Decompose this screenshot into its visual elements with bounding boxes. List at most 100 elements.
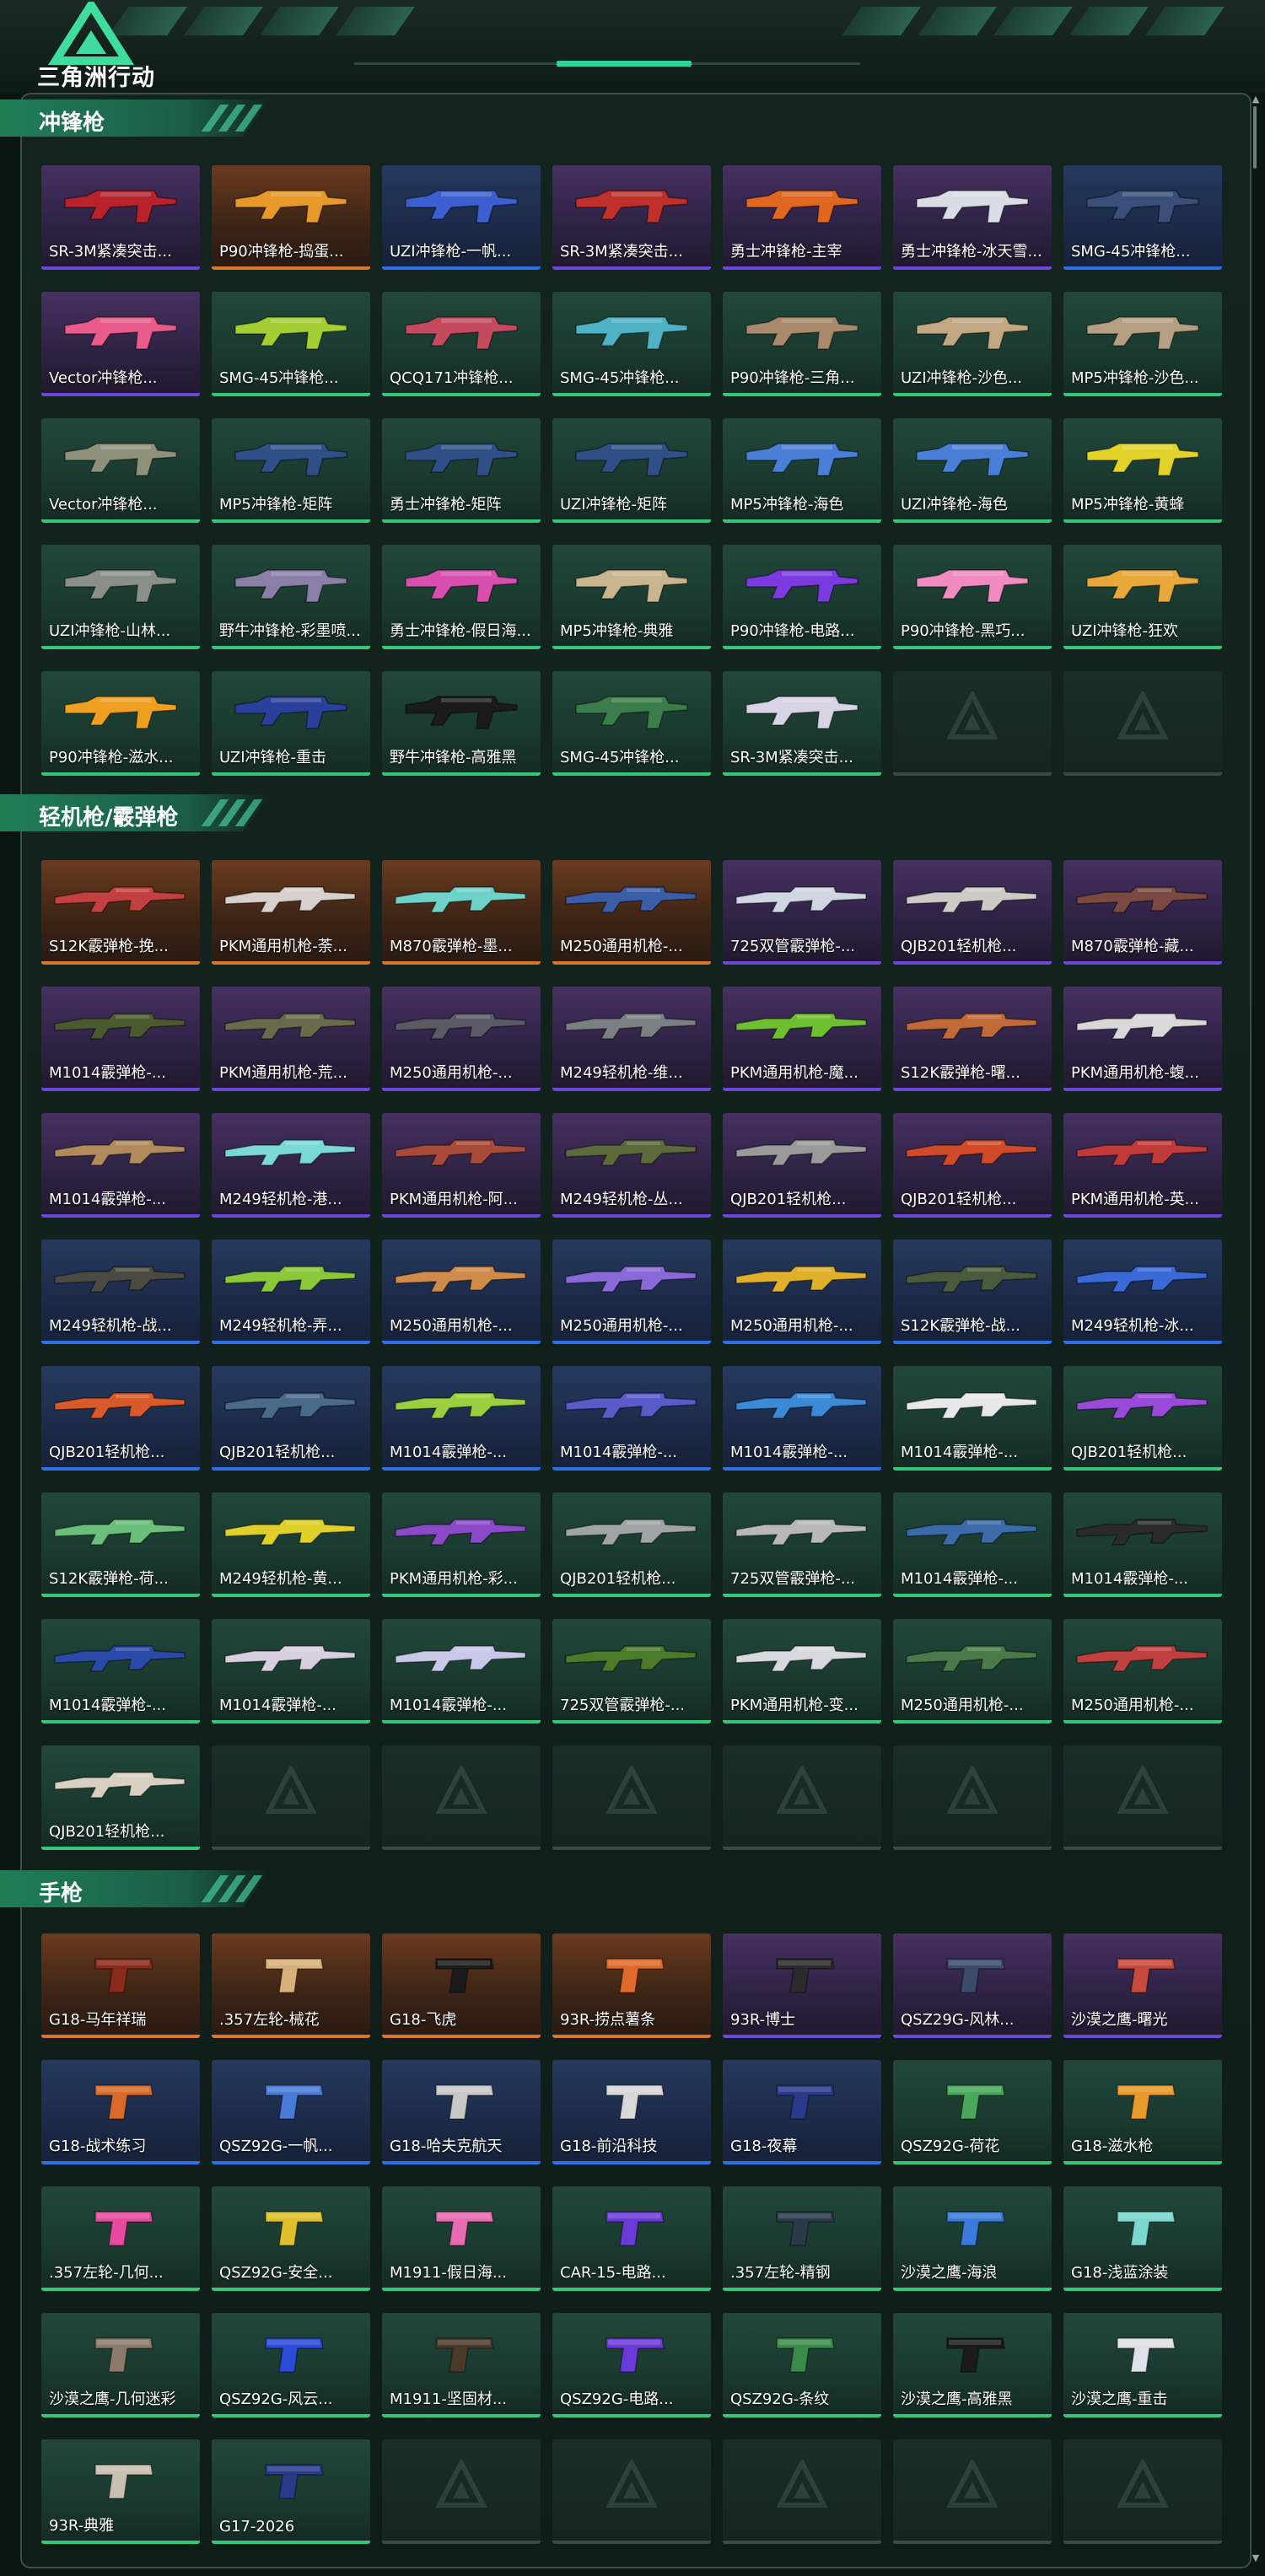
weapon-skin-card[interactable]: MP5冲锋枪-黄蜂	[1063, 418, 1222, 523]
weapon-skin-card[interactable]: M1014霰弹枪-...	[41, 1113, 200, 1218]
weapon-skin-card[interactable]: M249轻机枪-战...	[41, 1240, 200, 1344]
weapon-skin-card[interactable]: QSZ92G-安全...	[212, 2186, 370, 2291]
scroll-down-icon[interactable]: ▼	[1250, 2553, 1262, 2563]
weapon-skin-card[interactable]: SR-3M紧凑突击...	[552, 165, 711, 270]
weapon-skin-card[interactable]: M870霰弹枪-墨...	[382, 860, 541, 965]
weapon-skin-card[interactable]: M870霰弹枪-藏...	[1063, 860, 1222, 965]
weapon-skin-card[interactable]: UZI冲锋枪-矩阵	[552, 418, 711, 523]
weapon-skin-card[interactable]: QSZ29G-风林...	[893, 1933, 1052, 2038]
weapon-skin-card[interactable]: QJB201轻机枪...	[723, 1113, 881, 1218]
weapon-skin-card[interactable]: .357左轮-械花	[212, 1933, 370, 2038]
weapon-skin-card[interactable]: PKM通用机枪-荼...	[212, 860, 370, 965]
weapon-skin-card[interactable]: M1014霰弹枪-...	[1063, 1492, 1222, 1597]
weapon-skin-card[interactable]: G18-浅蓝涂装	[1063, 2186, 1222, 2291]
weapon-skin-card[interactable]: QJB201轻机枪...	[893, 1113, 1052, 1218]
weapon-skin-card[interactable]: P90冲锋枪-电路...	[723, 545, 881, 649]
weapon-skin-card[interactable]: UZI冲锋枪-沙色...	[893, 292, 1052, 396]
weapon-skin-card[interactable]: M1014霰弹枪-...	[212, 1619, 370, 1724]
weapon-skin-card[interactable]: 725双管霰弹枪-...	[552, 1619, 711, 1724]
weapon-skin-card[interactable]: G18-夜幕	[723, 2060, 881, 2165]
weapon-skin-card[interactable]: M1014霰弹枪-...	[723, 1366, 881, 1471]
weapon-skin-card[interactable]: PKM通用机枪-变...	[723, 1619, 881, 1724]
scrollbar-thumb[interactable]	[1253, 106, 1257, 169]
weapon-skin-card[interactable]: G18-马年祥瑞	[41, 1933, 200, 2038]
weapon-skin-card[interactable]: 93R-捞点薯条	[552, 1933, 711, 2038]
weapon-skin-card[interactable]: QCQ171冲锋枪...	[382, 292, 541, 396]
weapon-skin-card[interactable]: G18-哈夫克航天	[382, 2060, 541, 2165]
weapon-skin-card[interactable]: M250通用机枪-...	[382, 1240, 541, 1344]
weapon-skin-card[interactable]: PKM通用机枪-魔...	[723, 987, 881, 1091]
weapon-skin-card[interactable]: CAR-15-电路...	[552, 2186, 711, 2291]
weapon-skin-card[interactable]: M250通用机枪-...	[723, 1240, 881, 1344]
weapon-skin-card[interactable]: G18-前沿科技	[552, 2060, 711, 2165]
weapon-skin-card[interactable]: SMG-45冲锋枪...	[552, 671, 711, 776]
weapon-skin-card[interactable]: M1014霰弹枪-...	[552, 1366, 711, 1471]
weapon-skin-card[interactable]: M249轻机枪-黄...	[212, 1492, 370, 1597]
scroll-up-icon[interactable]: ▲	[1250, 94, 1262, 105]
weapon-skin-card[interactable]: PKM通用机枪-蝮...	[1063, 987, 1222, 1091]
weapon-skin-card[interactable]: 勇士冲锋枪-冰天雪...	[893, 165, 1052, 270]
weapon-skin-card[interactable]: QSZ92G-电路...	[552, 2313, 711, 2417]
weapon-skin-card[interactable]: S12K霰弹枪-荷...	[41, 1492, 200, 1597]
weapon-skin-card[interactable]: 沙漠之鹰-几何迷彩	[41, 2313, 200, 2417]
weapon-skin-card[interactable]: UZI冲锋枪-重击	[212, 671, 370, 776]
weapon-skin-card[interactable]: Vector冲锋枪...	[41, 418, 200, 523]
weapon-skin-card[interactable]: M1014霰弹枪-...	[382, 1619, 541, 1724]
weapon-skin-card[interactable]: SMG-45冲锋枪...	[212, 292, 370, 396]
weapon-skin-card[interactable]: PKM通用机枪-彩...	[382, 1492, 541, 1597]
weapon-skin-card[interactable]: M1014霰弹枪-...	[893, 1492, 1052, 1597]
weapon-skin-card[interactable]: QJB201轻机枪...	[1063, 1366, 1222, 1471]
weapon-skin-card[interactable]: S12K霰弹枪-战...	[893, 1240, 1052, 1344]
weapon-skin-card[interactable]: P90冲锋枪-滋水...	[41, 671, 200, 776]
weapon-skin-card[interactable]: M250通用机枪-...	[1063, 1619, 1222, 1724]
weapon-skin-card[interactable]: S12K霰弹枪-挽...	[41, 860, 200, 965]
weapon-skin-card[interactable]: M249轻机枪-弄...	[212, 1240, 370, 1344]
weapon-skin-card[interactable]: M249轻机枪-冰...	[1063, 1240, 1222, 1344]
weapon-skin-card[interactable]: .357左轮-精钢	[723, 2186, 881, 2291]
weapon-skin-card[interactable]: G18-战术练习	[41, 2060, 200, 2165]
weapon-skin-card[interactable]: QSZ92G-一帆...	[212, 2060, 370, 2165]
weapon-skin-card[interactable]: QJB201轻机枪...	[552, 1492, 711, 1597]
weapon-skin-card[interactable]: 沙漠之鹰-海浪	[893, 2186, 1052, 2291]
weapon-skin-card[interactable]: UZI冲锋枪-狂欢	[1063, 545, 1222, 649]
weapon-skin-card[interactable]: 野牛冲锋枪-彩墨喷...	[212, 545, 370, 649]
weapon-skin-card[interactable]: UZI冲锋枪-山林...	[41, 545, 200, 649]
weapon-skin-card[interactable]: QSZ92G-风云...	[212, 2313, 370, 2417]
weapon-skin-card[interactable]: QJB201轻机枪...	[41, 1366, 200, 1471]
weapon-skin-card[interactable]: 野牛冲锋枪-高雅黑	[382, 671, 541, 776]
weapon-skin-card[interactable]: G18-飞虎	[382, 1933, 541, 2038]
weapon-skin-card[interactable]: M1911-坚固材...	[382, 2313, 541, 2417]
weapon-skin-card[interactable]: QJB201轻机枪...	[41, 1745, 200, 1850]
weapon-skin-card[interactable]: Vector冲锋枪...	[41, 292, 200, 396]
weapon-skin-card[interactable]: SR-3M紧凑突击...	[41, 165, 200, 270]
weapon-skin-card[interactable]: P90冲锋枪-捣蛋...	[212, 165, 370, 270]
weapon-skin-card[interactable]: SR-3M紧凑突击...	[723, 671, 881, 776]
weapon-skin-card[interactable]: 沙漠之鹰-高雅黑	[893, 2313, 1052, 2417]
weapon-skin-card[interactable]: UZI冲锋枪-海色	[893, 418, 1052, 523]
weapon-skin-card[interactable]: M1014霰弹枪-...	[893, 1366, 1052, 1471]
weapon-skin-card[interactable]: MP5冲锋枪-沙色...	[1063, 292, 1222, 396]
weapon-skin-card[interactable]: M250通用机枪-...	[552, 860, 711, 965]
weapon-skin-card[interactable]: MP5冲锋枪-矩阵	[212, 418, 370, 523]
weapon-skin-card[interactable]: UZI冲锋枪-一帆...	[382, 165, 541, 270]
weapon-skin-card[interactable]: 93R-博士	[723, 1933, 881, 2038]
weapon-skin-card[interactable]: QJB201轻机枪...	[893, 860, 1052, 965]
weapon-skin-card[interactable]: 725双管霰弹枪-...	[723, 860, 881, 965]
weapon-skin-card[interactable]: M249轻机枪-维...	[552, 987, 711, 1091]
weapon-skin-card[interactable]: 勇士冲锋枪-矩阵	[382, 418, 541, 523]
weapon-skin-card[interactable]: M250通用机枪-...	[552, 1240, 711, 1344]
weapon-skin-card[interactable]: 沙漠之鹰-重击	[1063, 2313, 1222, 2417]
weapon-skin-card[interactable]: 勇士冲锋枪-主宰	[723, 165, 881, 270]
weapon-skin-card[interactable]: MP5冲锋枪-海色	[723, 418, 881, 523]
weapon-skin-card[interactable]: .357左轮-几何...	[41, 2186, 200, 2291]
weapon-skin-card[interactable]: QSZ92G-条纹	[723, 2313, 881, 2417]
weapon-skin-card[interactable]: M250通用机枪-...	[893, 1619, 1052, 1724]
weapon-skin-card[interactable]: S12K霰弹枪-曙...	[893, 987, 1052, 1091]
weapon-skin-card[interactable]: M250通用机枪-...	[382, 987, 541, 1091]
weapon-skin-card[interactable]: SMG-45冲锋枪...	[552, 292, 711, 396]
weapon-skin-card[interactable]: PKM通用机枪-荒...	[212, 987, 370, 1091]
weapon-skin-card[interactable]: M249轻机枪-丛...	[552, 1113, 711, 1218]
weapon-skin-card[interactable]: P90冲锋枪-三角...	[723, 292, 881, 396]
weapon-skin-card[interactable]: M1014霰弹枪-...	[41, 1619, 200, 1724]
weapon-skin-card[interactable]: 725双管霰弹枪-...	[723, 1492, 881, 1597]
